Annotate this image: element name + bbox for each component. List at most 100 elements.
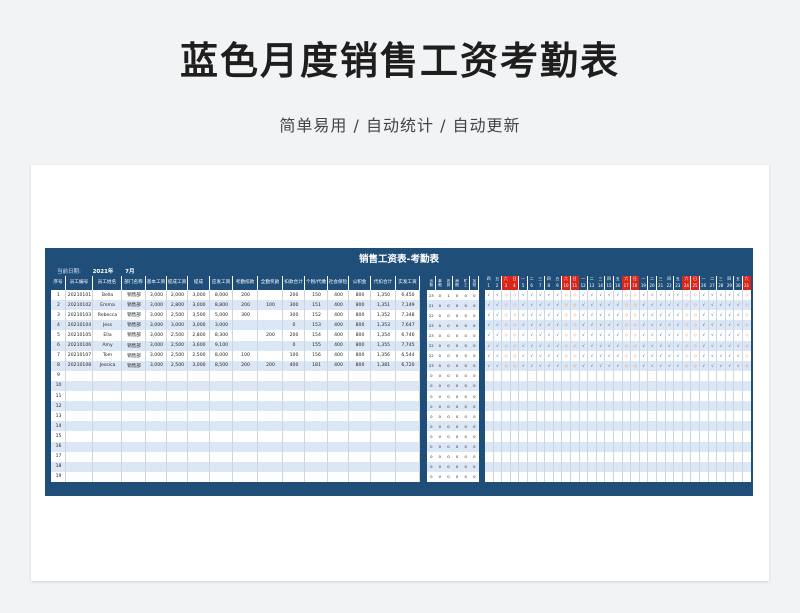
stats-cell[interactable]: 0 [427,391,436,401]
stats-cell[interactable]: 0 [444,351,453,361]
salary-cell[interactable]: 2,500 [167,310,188,320]
salary-cell[interactable] [258,472,283,482]
salary-cell[interactable] [371,462,396,472]
salary-cell[interactable]: 400 [328,300,349,310]
stats-cell[interactable]: 0 [461,330,470,340]
salary-cell[interactable]: 1,351 [371,300,396,310]
stats-cell[interactable]: 0 [436,361,445,371]
stats-cell[interactable]: 0 [470,351,479,361]
stats-cell[interactable]: 23 [427,320,436,330]
salary-cell[interactable] [66,431,93,441]
salary-cell[interactable] [283,452,305,462]
salary-cell[interactable]: 300 [283,310,305,320]
stats-cell[interactable]: 0 [461,300,470,310]
stats-cell[interactable]: 0 [461,442,470,452]
salary-cell[interactable] [233,431,258,441]
stats-cell[interactable]: 0 [453,341,462,351]
salary-cell[interactable]: 2 [51,300,66,310]
salary-cell[interactable]: 销售部 [122,351,146,361]
salary-cell[interactable] [396,442,420,452]
stats-cell[interactable]: 0 [470,472,479,482]
stats-cell[interactable]: 0 [436,472,445,482]
salary-cell[interactable] [146,452,167,462]
stats-cell[interactable]: 0 [436,300,445,310]
salary-cell[interactable] [122,391,146,401]
salary-cell[interactable] [328,462,349,472]
salary-cell[interactable]: 800 [349,300,371,310]
salary-cell[interactable]: 200 [283,330,305,340]
salary-cell[interactable]: 300 [233,310,258,320]
salary-cell[interactable] [210,472,233,482]
salary-cell[interactable]: 6,450 [396,290,420,300]
salary-cell[interactable]: 2,800 [167,300,188,310]
salary-cell[interactable] [328,472,349,482]
salary-cell[interactable]: 2,500 [167,330,188,340]
stats-cell[interactable]: 0 [444,341,453,351]
salary-cell[interactable] [167,381,188,391]
salary-cell[interactable] [93,401,122,411]
salary-cell[interactable] [233,341,258,351]
stats-cell[interactable]: 0 [427,462,436,472]
stats-cell[interactable]: 0 [461,381,470,391]
salary-cell[interactable] [93,462,122,472]
salary-cell[interactable]: 400 [328,341,349,351]
salary-cell[interactable]: 14 [51,421,66,431]
stats-cell[interactable]: 0 [453,452,462,462]
salary-cell[interactable] [122,411,146,421]
salary-cell[interactable] [305,421,328,431]
salary-cell[interactable] [188,442,210,452]
salary-cell[interactable]: 200 [258,330,283,340]
salary-cell[interactable]: 3,000 [167,320,188,330]
salary-cell[interactable] [188,371,210,381]
salary-cell[interactable]: 20210103 [66,310,93,320]
salary-cell[interactable] [258,310,283,320]
salary-cell[interactable]: 1 [51,290,66,300]
salary-cell[interactable]: Rebecca [93,310,122,320]
salary-cell[interactable]: 2,000 [167,290,188,300]
salary-cell[interactable] [66,452,93,462]
stats-cell[interactable]: 0 [436,320,445,330]
salary-cell[interactable]: 18 [51,462,66,472]
salary-cell[interactable]: 7,647 [396,320,420,330]
salary-cell[interactable] [167,442,188,452]
stats-cell[interactable]: 0 [444,320,453,330]
salary-cell[interactable]: 3,000 [188,300,210,310]
salary-cell[interactable] [283,421,305,431]
stats-cell[interactable]: 0 [444,381,453,391]
salary-cell[interactable]: 3,000 [188,361,210,371]
salary-cell[interactable]: 15 [51,431,66,441]
salary-cell[interactable]: 16 [51,442,66,452]
stats-cell[interactable]: 0 [461,310,470,320]
salary-cell[interactable] [396,411,420,421]
salary-cell[interactable] [66,442,93,452]
salary-cell[interactable]: 8,300 [210,330,233,340]
stats-cell[interactable]: 0 [470,401,479,411]
stats-cell[interactable]: 0 [436,442,445,452]
salary-cell[interactable] [66,462,93,472]
stats-cell[interactable]: 0 [444,462,453,472]
salary-cell[interactable] [146,421,167,431]
salary-cell[interactable]: 100 [258,300,283,310]
stats-cell[interactable]: 0 [427,381,436,391]
stats-cell[interactable]: 0 [470,442,479,452]
stats-cell[interactable]: 0 [470,320,479,330]
stats-cell[interactable]: 0 [461,411,470,421]
stats-cell[interactable]: 0 [444,330,453,340]
salary-cell[interactable]: 8,800 [210,300,233,310]
attendance-mark[interactable]: ◇ [743,290,752,300]
salary-cell[interactable] [188,462,210,472]
stats-cell[interactable]: 0 [470,310,479,320]
salary-cell[interactable] [349,452,371,462]
stats-cell[interactable]: 0 [470,361,479,371]
salary-cell[interactable]: 19 [51,472,66,482]
salary-cell[interactable] [188,421,210,431]
salary-cell[interactable]: 800 [349,310,371,320]
stats-cell[interactable]: 0 [444,452,453,462]
stats-cell[interactable]: 0 [444,300,453,310]
stats-cell[interactable]: 0 [453,391,462,401]
salary-cell[interactable] [283,442,305,452]
salary-cell[interactable]: 3,000 [146,300,167,310]
salary-cell[interactable] [167,421,188,431]
salary-cell[interactable]: 300 [283,300,305,310]
salary-cell[interactable] [396,391,420,401]
